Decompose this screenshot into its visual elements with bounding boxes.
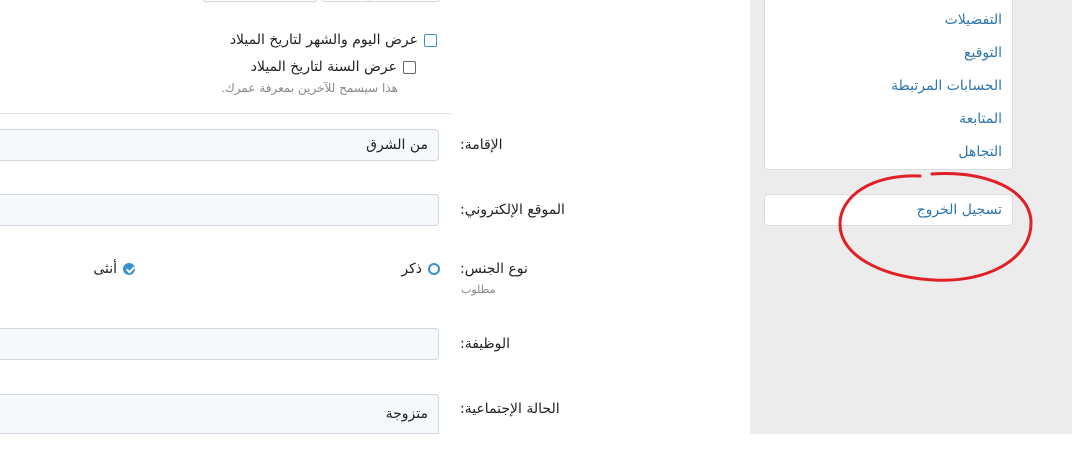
show-day-month-option[interactable]: عرض اليوم والشهر لتاريخ الميلاد bbox=[230, 32, 437, 48]
occupation-input[interactable] bbox=[0, 328, 439, 360]
birthday-hint: هذا سيسمح للآخرين بمعرفة عمرك. bbox=[221, 81, 398, 95]
male-label: ذكر bbox=[401, 261, 422, 277]
sidebar-item-ignoring[interactable]: التجاهل bbox=[958, 144, 1002, 160]
male-radio[interactable] bbox=[428, 263, 440, 275]
show-year-option[interactable]: عرض السنة لتاريخ الميلاد bbox=[251, 59, 416, 75]
gender-label: نوع الجنس: bbox=[460, 261, 528, 277]
sidebar-item-signature[interactable]: التوقيع bbox=[964, 45, 1002, 61]
sidebar-item-preferences[interactable]: التفضيلات bbox=[945, 12, 1002, 28]
female-radio[interactable] bbox=[123, 263, 135, 275]
show-year-label: عرض السنة لتاريخ الميلاد bbox=[250, 59, 397, 75]
marital-status-input[interactable]: متزوجة bbox=[0, 394, 439, 434]
show-day-month-checkbox[interactable] bbox=[424, 33, 437, 47]
birthday-day-select[interactable] bbox=[203, 0, 317, 2]
section-divider bbox=[0, 113, 451, 114]
sidebar-item-connected-accounts[interactable]: الحسابات المرتبطة bbox=[891, 78, 1002, 94]
location-input[interactable]: من الشرق bbox=[0, 129, 439, 161]
gender-option-male[interactable]: ذكر bbox=[401, 261, 440, 277]
profile-form-panel: عرض اليوم والشهر لتاريخ الميلاد عرض السن… bbox=[0, 0, 451, 434]
gender-option-female[interactable]: أنثى bbox=[93, 261, 135, 277]
sidebar-item-following[interactable]: المتابعة bbox=[959, 111, 1002, 127]
birthday-year-select[interactable] bbox=[367, 0, 440, 2]
location-label: الإقامة: bbox=[460, 137, 503, 153]
show-year-checkbox[interactable] bbox=[403, 60, 416, 74]
marital-status-label: الحالة الإجتماعية: bbox=[460, 401, 560, 417]
gender-required-hint: مطلوب bbox=[461, 283, 496, 296]
occupation-label: الوظيفة: bbox=[460, 336, 511, 352]
annotation-circle bbox=[838, 171, 1033, 282]
female-label: أنثى bbox=[93, 261, 117, 277]
website-input[interactable] bbox=[0, 194, 439, 226]
show-day-month-label: عرض اليوم والشهر لتاريخ الميلاد bbox=[229, 32, 418, 48]
website-label: الموقع الإلكتروني: bbox=[460, 202, 565, 218]
